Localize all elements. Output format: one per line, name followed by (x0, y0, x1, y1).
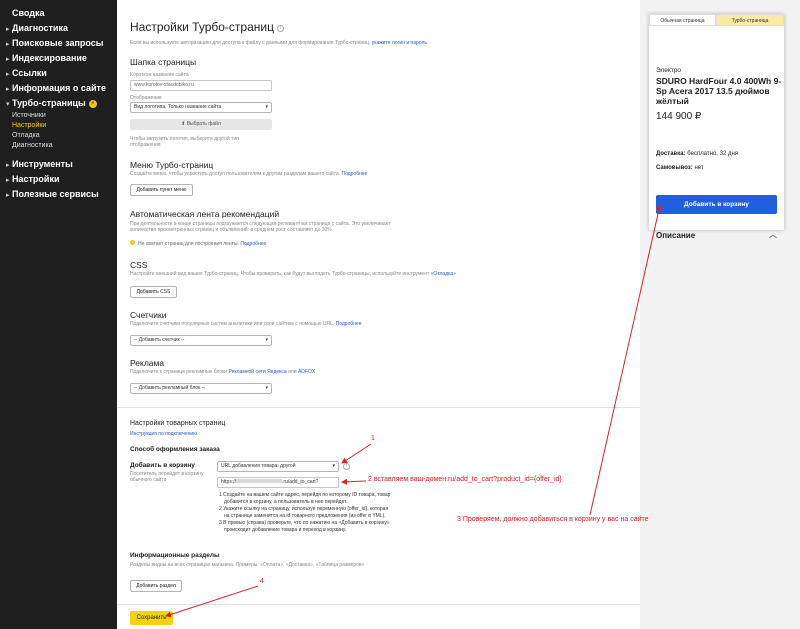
short-name-input[interactable]: www.korotov-stacdobiko.ru (130, 80, 272, 91)
description-heading[interactable]: Описание (656, 231, 695, 240)
display-label: Отображение (130, 95, 162, 101)
sidebar-subitem-settings[interactable]: Настройки (0, 121, 117, 131)
page-title: Настройки Турбо-страниц (130, 20, 274, 34)
counters-more-link[interactable]: Подробнее (336, 321, 362, 327)
sidebar-item-diagnostics[interactable]: ▸ Диагностика (0, 21, 117, 36)
info-icon[interactable]: i (343, 463, 350, 470)
menu-section-desc: Создайте меню, чтобы упростить доступ по… (130, 171, 368, 177)
short-name-label: Короткое название сайта (130, 72, 189, 78)
annotation-2: 2 вставляем ваш-домен.ru/add_to_cart?pro… (368, 476, 562, 483)
cart-url-input[interactable]: https://.ru/add_to_cart? (217, 477, 339, 488)
product-title: SDURO HardFour 4.0 400Wh 9-Sp Acera 2017… (656, 76, 782, 106)
info-sections-desc: Разделы видны на всех страницах магазина… (130, 562, 365, 568)
chevron-down-icon: ▾ (332, 463, 335, 469)
product-category: Электро (656, 67, 681, 74)
chevron-up-icon[interactable]: ︿ (769, 229, 777, 240)
choose-file-button[interactable]: ⬆ Выбрать файл (130, 119, 272, 130)
blurred-domain (236, 479, 283, 483)
sidebar-item-site-info[interactable]: ▸ Информация о сайте (0, 81, 117, 96)
delivery-info: Доставка: бесплатно, 32 дня (656, 151, 739, 157)
sidebar-item-summary[interactable]: Сводка (0, 6, 117, 21)
yandex-ad-network-link[interactable]: Рекламной сети Яндекса (228, 369, 286, 375)
sidebar-subitem-sources[interactable]: Источники (0, 111, 117, 121)
page-title-block: Настройки Турбо-страниц i (130, 18, 630, 36)
shop-instruction-row: Инструкция по подключению (130, 431, 630, 437)
ads-section-desc: Подключите к странице рекламные блоки Ре… (130, 369, 316, 375)
sidebar-item-useful-services[interactable]: ▸ Полезные сервисы (0, 187, 117, 202)
menu-section-title: Меню Турбо-страниц (130, 160, 214, 170)
add-counter-select[interactable]: -- Добавить счетчик -- ▾ (130, 335, 272, 346)
chevron-down-icon: ▾ (265, 385, 268, 391)
sidebar-item-settings[interactable]: ▸ Настройки (0, 172, 117, 187)
intro-text: Если вы используете авторизацию для дост… (130, 40, 428, 46)
add-section-button[interactable]: Добавить раздел (130, 580, 182, 592)
turbo-preview: Обычная страница Турбо-страница Электро … (649, 14, 784, 240)
feed-warning: Не хватает страниц для построения ленты.… (130, 240, 630, 247)
annotation-3: 3 Проверяем, должно добавиться в корзину… (457, 516, 649, 523)
pickup-info: Самовывоз: нет (656, 165, 704, 171)
tab-turbo-page[interactable]: Турбо-страница (716, 14, 784, 26)
header-section-title: Шапка страницы (130, 57, 197, 67)
shop-section-title: Настройки товарных страниц (130, 420, 226, 427)
counters-section-desc: Подключите счетчики популярных систем ан… (130, 321, 362, 327)
logo-hint: Чтобы загрузить логотип, выберите другой… (130, 136, 239, 148)
feed-section-desc: При деятельности в конце страницы подгру… (130, 221, 391, 233)
divider (117, 604, 640, 605)
sidebar-item-tools[interactable]: ▸ Инструменты (0, 157, 117, 172)
css-section-title: CSS (130, 260, 148, 270)
counters-section-title: Счетчики (130, 310, 167, 320)
sidebar-subitem-debug[interactable]: Отладка (0, 131, 117, 141)
add-to-cart-label: Добавить в корзину (130, 462, 195, 469)
add-ad-block-select[interactable]: -- Добавить рекламный блок -- ▾ (130, 383, 272, 394)
css-section-desc: Настройте внешний вид ваших Турбо-страни… (130, 271, 456, 277)
sidebar-item-links[interactable]: ▸ Ссылки (0, 66, 117, 81)
adfox-link[interactable]: ADFOX (298, 369, 315, 375)
add-to-cart-desc: Посетитель перейдет в корзину обычного с… (130, 471, 204, 483)
debug-link[interactable]: «Отладка» (431, 271, 456, 277)
menu-more-link[interactable]: Подробнее (342, 171, 368, 177)
feed-section-title: Автоматическая лента рекомендаций (130, 209, 280, 219)
add-menu-item-button[interactable]: Добавить пункт меню (130, 184, 193, 196)
sidebar-item-search-queries[interactable]: ▸ Поисковые запросы (0, 36, 117, 51)
chevron-down-icon: ▾ (265, 337, 268, 343)
shop-instruction-link[interactable]: Инструкция по подключению (130, 431, 197, 437)
tab-regular-page[interactable]: Обычная страница (649, 14, 716, 26)
sidebar-subitem-diagnostics[interactable]: Диагностика (0, 141, 117, 151)
login-password-link[interactable]: укажите логин и пароль (372, 40, 427, 46)
info-icon[interactable]: i (276, 25, 284, 32)
cart-steps: 1 Создайте на вашем сайте адрес, перейдя… (219, 492, 391, 533)
order-method-title: Способ оформления заказа (130, 446, 220, 453)
ads-section-title: Реклама (130, 358, 165, 368)
sidebar-item-indexing[interactable]: ▸ Индексирование (0, 51, 117, 66)
settings-panel: Настройки Турбо-страниц i Если вы использ… (117, 0, 640, 629)
product-price: 144 900 ₽ (656, 111, 702, 122)
info-sections-title: Информационные разделы (130, 552, 220, 559)
chevron-down-icon: ▾ (265, 104, 268, 110)
sidebar-item-turbo[interactable]: ▾ Турбо-страницы ⚡ (0, 96, 117, 111)
save-button[interactable]: Сохранить (130, 611, 173, 625)
annotation-4: 4 (260, 578, 264, 585)
annotation-1: 1 (371, 435, 375, 442)
add-css-button[interactable]: Добавить CSS (130, 286, 177, 298)
warning-icon (130, 240, 135, 245)
cart-url-select[interactable]: URL добавления товара: другой ▾ (217, 461, 339, 472)
turbo-icon: ⚡ (88, 100, 97, 108)
feed-more-link[interactable]: Подробнее (240, 241, 266, 247)
divider (117, 407, 640, 408)
sidebar: Сводка ▸ Диагностика ▸ Поисковые запросы ▸… (0, 0, 117, 629)
add-to-cart-button[interactable]: Добавить в корзину (656, 195, 777, 214)
display-select[interactable]: Вид логотипа. Только название сайта ▾ (130, 102, 272, 113)
